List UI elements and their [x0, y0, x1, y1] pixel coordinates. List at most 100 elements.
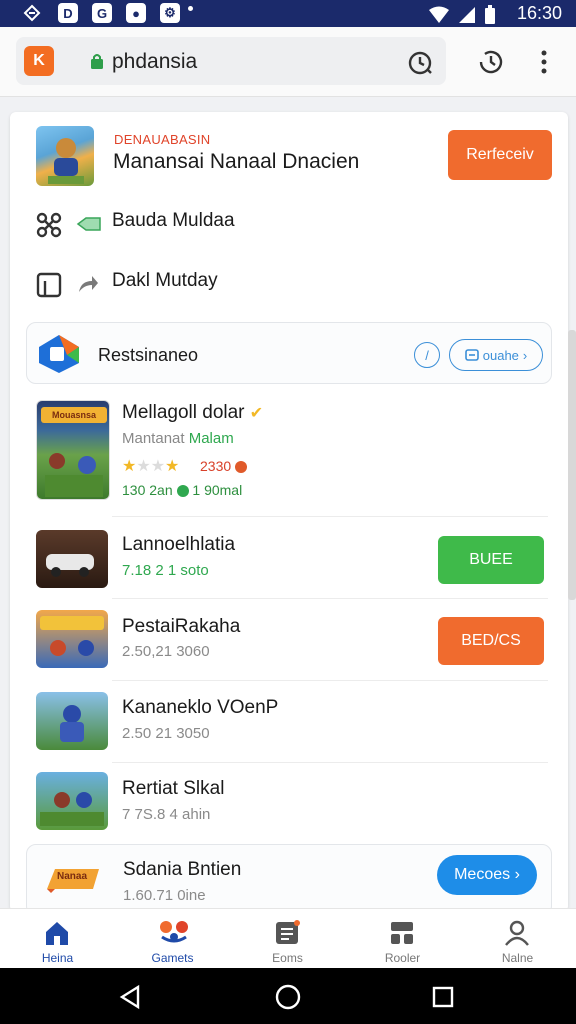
square-icon — [36, 272, 62, 298]
top-app-title[interactable]: Mellagoll dolar ✔ — [122, 402, 263, 424]
app-action-button[interactable]: BED/CS — [438, 617, 544, 665]
menu-item-label: Dakl Mutday — [112, 270, 218, 291]
app-subtitle: 2.50 21 3050 — [122, 725, 210, 742]
divider — [112, 516, 548, 517]
recommend-title: Restsinaneo — [98, 345, 199, 365]
nav-label: Gamets — [151, 951, 194, 965]
recommend-pill-label: ouahe — [482, 347, 519, 363]
star-icon: ★ — [150, 458, 166, 475]
network-icon — [36, 212, 62, 238]
profile-icon — [505, 920, 529, 946]
app-thumbnail[interactable] — [36, 692, 108, 750]
promoted-app-subtitle: 1.60.71 0ine — [123, 887, 206, 904]
app-title[interactable]: PestaiRakaha — [122, 616, 240, 638]
verified-icon: ✔ — [249, 405, 264, 422]
clock: 16:30 — [516, 3, 562, 23]
games-icon — [160, 921, 188, 943]
nav-label: Eoms — [272, 951, 303, 965]
back-icon[interactable] — [118, 984, 144, 1010]
nav-label: Nalne — [501, 951, 534, 965]
notification-icon: D — [58, 3, 78, 23]
app-thumbnail[interactable] — [36, 772, 108, 830]
top-app-subtitle: Mantanat Malam — [122, 430, 234, 447]
promoted-app-banner: Nanaa — [57, 871, 88, 882]
content-card: DENAUABASIN Manansai Nanaal Dnacien Rerf… — [10, 112, 568, 912]
app-subtitle: 2.50,21 3060 — [122, 643, 210, 660]
history-icon[interactable] — [476, 47, 506, 77]
dot-icon — [188, 6, 193, 11]
rating-count: 2330 — [200, 458, 248, 474]
app-subtitle: 7.18 2 1 soto — [122, 562, 209, 579]
wifi-icon — [429, 6, 449, 23]
status-icons — [428, 5, 496, 25]
scrollbar[interactable] — [568, 330, 576, 600]
browser-toolbar: K phdansia — [0, 27, 576, 97]
more-icon[interactable] — [536, 49, 552, 75]
home-icon — [46, 922, 68, 945]
recents-icon[interactable] — [430, 984, 456, 1010]
featured-title[interactable]: Manansai Nanaal Dnacien — [113, 150, 359, 174]
apps-icon — [391, 922, 413, 944]
star-icon: ★ — [122, 458, 137, 475]
tag-icon — [76, 217, 101, 231]
browser-logo-icon[interactable]: K — [24, 46, 54, 76]
nav-home[interactable]: Heina — [0, 915, 115, 967]
app-notification-icon — [22, 3, 42, 23]
nav-rooler[interactable]: Rooler — [345, 915, 460, 967]
app-title[interactable]: Kananeklo VOenP — [122, 697, 278, 719]
nav-profile[interactable]: Nalne — [460, 915, 575, 967]
nav-games[interactable]: Gamets — [115, 915, 230, 967]
app-thumbnail[interactable] — [36, 610, 108, 668]
app-title[interactable]: Lannoelhlatia — [122, 534, 235, 556]
grid-icon — [464, 349, 479, 361]
promoted-app-button[interactable]: Mecoes › — [437, 855, 537, 895]
signal-icon — [459, 7, 475, 23]
menu-item-label: Bauda Muldaa — [112, 210, 235, 231]
nav-label: Heina — [41, 951, 74, 965]
chevron-right-icon: › — [514, 866, 520, 883]
address-bar[interactable]: K phdansia — [16, 37, 446, 85]
lock-icon — [91, 54, 103, 69]
bottom-navigation: Heina Gamets Eoms Rooler Nalne — [0, 908, 576, 968]
chevron-right-icon: › — [522, 347, 528, 363]
top-app-thumbnail[interactable]: Mouasnsa — [36, 400, 110, 500]
edit-icon[interactable]: / — [414, 342, 440, 368]
recommend-filter-button[interactable]: ouahe › — [449, 339, 543, 371]
notification-icon: ⚙ — [160, 3, 180, 23]
share-arrow-icon — [79, 276, 98, 292]
star-icon: ★ — [165, 458, 180, 475]
top-app-banner: Mouasnsa — [41, 407, 107, 423]
badge-icon — [235, 461, 248, 474]
promoted-app-title[interactable]: Sdania Bntien — [123, 859, 241, 881]
featured-kicker: DENAUABASIN — [114, 132, 211, 147]
rating-stars: ★★★★ — [122, 456, 179, 476]
url-text[interactable]: phdansia — [112, 50, 197, 74]
app-title[interactable]: Rertiat Slkal — [122, 778, 224, 800]
home-button-icon[interactable] — [274, 983, 302, 1011]
status-bar: D G ● ⚙ 16:30 — [0, 0, 576, 27]
system-navigation — [0, 968, 576, 1024]
top-app-meta: 130 2an 1 90mal — [122, 482, 243, 498]
battery-icon — [485, 5, 495, 24]
divider — [112, 762, 548, 763]
recommend-logo-icon — [39, 335, 79, 373]
promoted-app[interactable]: Nanaa Sdania Bntien 1.60.71 0ine Mecoes … — [26, 844, 552, 912]
notification-icon: ● — [126, 3, 146, 23]
app-action-button[interactable]: BUEE — [438, 536, 544, 584]
app-thumbnail[interactable] — [36, 530, 108, 588]
app-subtitle: 7 7S.8 4 ahin — [122, 806, 211, 823]
featured-app-thumbnail[interactable] — [36, 126, 94, 186]
nav-label: Rooler — [384, 951, 421, 965]
star-icon: ★ — [136, 458, 151, 475]
nav-items[interactable]: Eoms — [230, 915, 345, 967]
menu-item[interactable]: Dakl Mutday — [10, 258, 568, 310]
menu-item[interactable]: Bauda Muldaa — [10, 198, 568, 250]
list-icon — [276, 920, 300, 944]
recommend-section[interactable]: Restsinaneo / ouahe › — [26, 322, 552, 384]
reload-icon[interactable] — [406, 49, 434, 77]
divider — [112, 680, 548, 681]
notification-icon: G — [92, 3, 112, 23]
status-dot-icon — [176, 485, 189, 498]
promoted-app-thumbnail[interactable]: Nanaa — [45, 865, 103, 895]
featured-action-button[interactable]: Rerfeceiv — [448, 130, 552, 180]
